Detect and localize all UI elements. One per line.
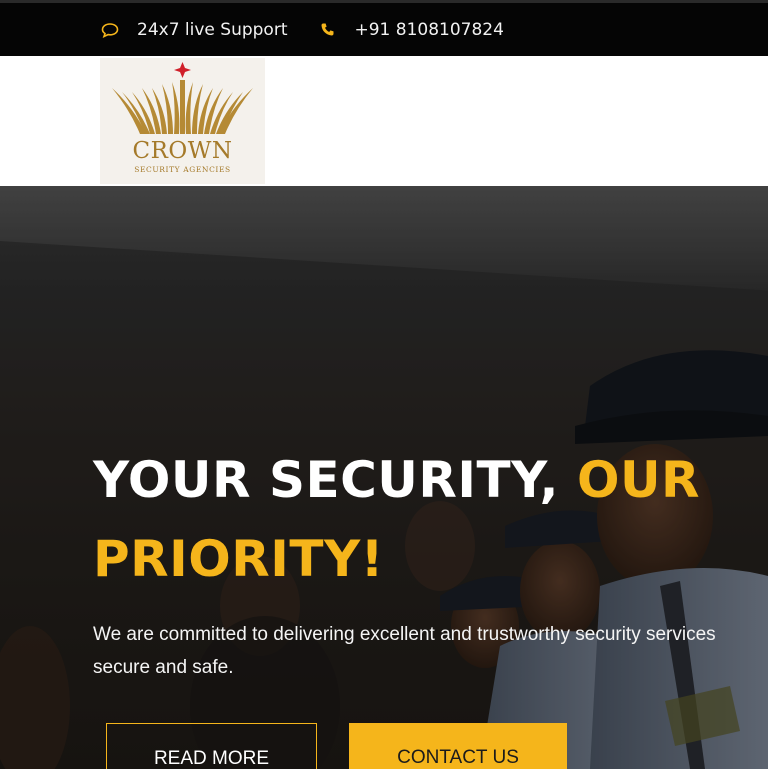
support-text: 24x7 live Support	[137, 19, 288, 40]
hero-title: YOUR SECURITY, OUR PRIORITY!	[93, 441, 768, 599]
top-bar: 24x7 live Support +91 8108107824	[0, 0, 768, 56]
support-info: 24x7 live Support	[100, 20, 288, 40]
hero-description-line-2: secure and safe.	[93, 657, 234, 678]
chat-bubble-icon	[100, 20, 120, 40]
phone-number[interactable]: +91 8108107824	[355, 20, 504, 40]
site-header: CROWN SECURITY AGENCIES	[0, 56, 768, 186]
phone-icon	[318, 20, 338, 40]
hero-description-line-1: We are committed to delivering excellent…	[93, 624, 716, 645]
crown-logo[interactable]: CROWN SECURITY AGENCIES	[100, 58, 265, 184]
read-more-button[interactable]: READ MORE	[106, 723, 317, 769]
contact-us-button[interactable]: CONTACT US	[349, 723, 567, 769]
logo-subtitle: SECURITY AGENCIES	[134, 165, 231, 174]
hero-banner: YOUR SECURITY, OUR PRIORITY! We are comm…	[0, 186, 768, 769]
hero-description: We are committed to delivering excellent…	[93, 618, 768, 684]
hero-title-white: YOUR SECURITY,	[93, 451, 577, 509]
crown-emblem-icon	[112, 62, 253, 134]
phone-info[interactable]: +91 8108107824	[318, 20, 504, 40]
logo-name: CROWN	[132, 138, 233, 164]
